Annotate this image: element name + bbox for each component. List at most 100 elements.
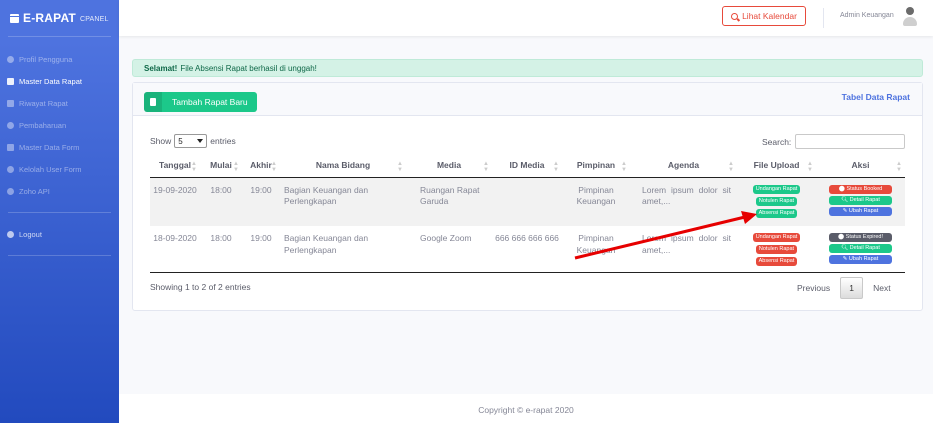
col-header[interactable]: Tanggal ▲ ▼	[150, 153, 200, 178]
col-header[interactable]: ID Media ▲ ▼	[492, 153, 562, 178]
sidebar-item-label: Kelolah User Form	[19, 164, 82, 174]
tambah-rapat-button[interactable]: Tambah Rapat Baru	[144, 92, 257, 112]
col-header[interactable]: File Upload ▲ ▼	[737, 153, 816, 178]
users-icon	[7, 165, 14, 173]
brand[interactable]: E-RAPAT CPANEL	[0, 0, 119, 36]
page-button[interactable]: 1	[840, 277, 864, 299]
col-header[interactable]: Media ▲ ▼	[406, 153, 492, 178]
cell-pimpinan: Pimpinan Keuangan	[562, 226, 630, 273]
cell-akhir: 19:00	[242, 226, 280, 273]
search-input[interactable]	[795, 134, 906, 149]
cell-id-media	[492, 177, 562, 226]
brand-title: E-RAPAT	[23, 11, 76, 25]
search-icon	[731, 12, 739, 20]
footer: Copyright © e-rapat 2020	[119, 394, 933, 423]
cell-pimpinan: Pimpinan Keuangan	[562, 177, 630, 226]
history-icon	[7, 99, 14, 107]
file-icon	[7, 143, 14, 151]
power-icon	[7, 230, 14, 238]
sort-icon: ▲ ▼	[553, 161, 559, 173]
alert-strong: Selamat!	[144, 63, 178, 73]
sort-icon: ▲ ▼	[728, 161, 734, 173]
sort-icon: ▲ ▼	[271, 161, 277, 173]
success-alert: Selamat! File Absensi Rapat berhasil di …	[132, 59, 923, 77]
sort-icon: ▲ ▼	[233, 161, 239, 173]
status-label: Status Booked	[846, 185, 883, 192]
sidebar-divider	[8, 212, 111, 213]
detail-rapat-button[interactable]: 🔍︎ Detail Rapat	[829, 195, 892, 205]
col-header-label: Aksi	[851, 159, 870, 170]
col-header[interactable]: Pimpinan ▲ ▼	[562, 153, 630, 178]
status-label: Status Expired!	[845, 234, 883, 240]
data-card: Tambah Rapat Baru Tabel Data Rapat Show …	[132, 82, 923, 311]
col-header-label: Pimpinan	[576, 159, 616, 170]
sidebar-divider	[8, 255, 111, 256]
sidebar-item-master-data-form[interactable]: Master Data Form	[0, 136, 119, 158]
showing-info: Showing 1 to 2 of 2 entries	[150, 282, 251, 292]
card-title: Tabel Data Rapat	[841, 92, 910, 102]
link-icon	[7, 187, 14, 195]
topbar-divider	[823, 8, 824, 28]
sidebar-item-label: Pembaharuan	[19, 120, 67, 130]
col-header[interactable]: Akhir ▲ ▼	[242, 153, 280, 178]
table-header-row: Tanggal ▲ ▼ Mulai ▲ ▼ Akhir ▲ ▼ Nama Bidang ▲ ▼ …	[150, 153, 905, 178]
cell-media: Ruangan Rapat Garuda	[406, 177, 492, 226]
cell-agenda: Lorem ipsum dolor sit amet,...	[630, 177, 737, 226]
sidebar-nav: Profil Pengguna Master Data Rapat Riwaya…	[0, 48, 119, 202]
undangan-rapat-badge[interactable]: Undangan Rapat	[752, 233, 801, 242]
cell-mulai: 18:00	[200, 177, 242, 226]
status-expired-badge[interactable]: ⬤ Status Expired!	[829, 233, 892, 242]
col-header-label: Agenda	[667, 159, 700, 170]
username[interactable]: Admin Keuangan	[840, 12, 894, 19]
cell-aksi: ⬤ Status Booked 🔍︎ Detail Rapat ✎ Ubah R…	[816, 177, 905, 226]
rapat-table: Tanggal ▲ ▼ Mulai ▲ ▼ Akhir ▲ ▼ Nama Bidang ▲ ▼ …	[150, 153, 905, 273]
table-row: 19-09-2020 18:00 19:00 Bagian Keuangan d…	[150, 177, 905, 226]
avatar-head	[906, 7, 914, 15]
brand-subtitle: CPANEL	[79, 15, 109, 23]
col-header-label: File Upload	[753, 159, 800, 170]
col-header[interactable]: Nama Bidang ▲ ▼	[280, 153, 406, 178]
absensi-rapat-badge[interactable]: Absensi Rapat	[755, 257, 798, 266]
avatar[interactable]	[903, 7, 917, 27]
detail-rapat-button[interactable]: 🔍︎ Detail Rapat	[829, 244, 892, 253]
sidebar-item-riwayat-rapat[interactable]: Riwayat Rapat	[0, 92, 119, 114]
detail-label: Detail Rapat	[849, 245, 880, 251]
sidebar-item-kelolah-user-form[interactable]: Kelolah User Form	[0, 158, 119, 180]
absensi-rapat-badge[interactable]: Absensi Rapat	[755, 208, 798, 218]
sidebar-item-pembaharuan[interactable]: Pembaharuan	[0, 114, 119, 136]
cell-bidang: Bagian Keuangan dan Perlengkapan	[280, 226, 406, 273]
cell-id-media: 666 666 666 666	[492, 226, 562, 273]
cell-aksi: ⬤ Status Expired! 🔍︎ Detail Rapat ✎ Ubah…	[816, 226, 905, 273]
notulen-rapat-badge[interactable]: Notulen Rapat	[755, 245, 798, 254]
notulen-rapat-badge[interactable]: Notulen Rapat	[755, 196, 798, 206]
lihat-kalendar-button[interactable]: Lihat Kalendar	[722, 6, 806, 26]
show-prefix: Show	[150, 136, 172, 146]
col-header[interactable]: Aksi ▲ ▼	[816, 153, 905, 178]
col-header-label: Mulai	[210, 159, 232, 170]
cell-akhir: 19:00	[242, 177, 280, 226]
sidebar-item-profil-pengguna[interactable]: Profil Pengguna	[0, 48, 119, 70]
calendar-icon	[10, 13, 19, 23]
user-icon	[7, 55, 14, 63]
sidebar-item-master-data-rapat[interactable]: Master Data Rapat	[0, 70, 119, 92]
ubah-rapat-button[interactable]: ✎ Ubah Rapat	[829, 206, 892, 216]
ubah-rapat-button[interactable]: ✎ Ubah Rapat	[829, 255, 892, 264]
status-booked-badge[interactable]: ⬤ Status Booked	[829, 184, 892, 194]
chevron-down-icon	[197, 139, 204, 143]
previous-button[interactable]: Previous	[797, 283, 830, 293]
entries-select[interactable]: 5	[174, 134, 208, 148]
col-header[interactable]: Agenda ▲ ▼	[630, 153, 737, 178]
sidebar-item-zoho-api[interactable]: Zoho API	[0, 180, 119, 202]
cell-tanggal: 19-09-2020	[150, 177, 200, 226]
sort-icon: ▲ ▼	[807, 161, 813, 173]
sidebar-item-logout[interactable]: Logout	[0, 223, 119, 245]
detail-label: Detail Rapat	[849, 196, 880, 203]
search-label: Search:	[762, 136, 792, 147]
col-header[interactable]: Mulai ▲ ▼	[200, 153, 242, 178]
sort-icon: ▲ ▼	[397, 161, 403, 173]
sidebar-item-label: Master Data Rapat	[19, 76, 82, 86]
topbar: Lihat Kalendar Admin Keuangan	[119, 0, 933, 36]
next-button[interactable]: Next	[873, 283, 890, 293]
undangan-rapat-badge[interactable]: Undangan Rapat	[752, 184, 801, 194]
sidebar-item-label: Logout	[19, 229, 42, 239]
